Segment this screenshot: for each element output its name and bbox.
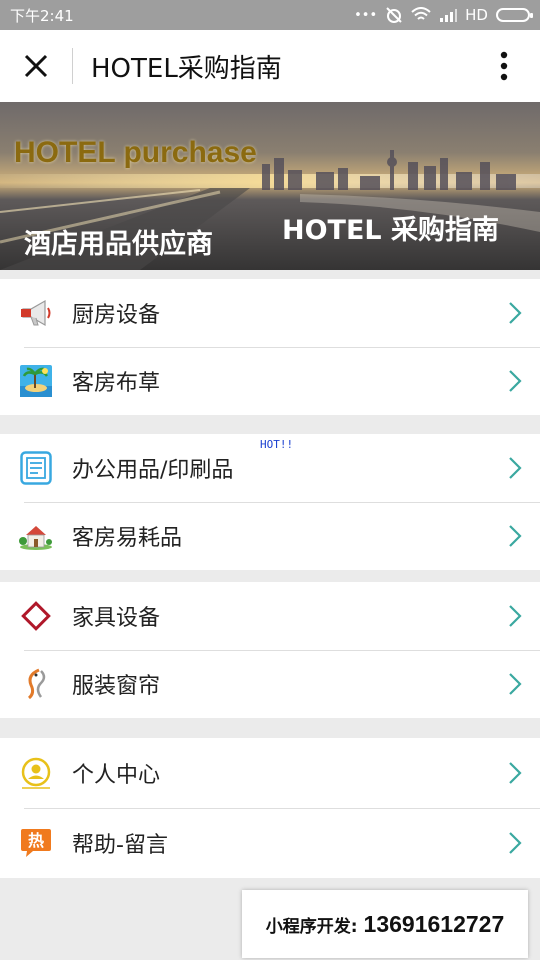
user-circle-icon xyxy=(0,739,72,807)
menu-item-label: 帮助-留言 xyxy=(72,833,168,858)
chevron-right-icon xyxy=(490,456,540,480)
nav-bar: HOTEL采购指南 xyxy=(0,30,540,102)
banner-english-title: HOTEL purchase xyxy=(14,136,257,169)
close-button[interactable] xyxy=(0,30,72,102)
battery-icon xyxy=(496,8,533,22)
beach-icon xyxy=(0,347,72,415)
menu-group-3: 家具设备 服装窗帘 xyxy=(0,582,540,718)
menu-item-label: 厨房设备 xyxy=(72,303,161,328)
menu-item-linen[interactable]: 客房布草 xyxy=(0,347,540,415)
status-time: 下午2:41 xyxy=(10,6,74,25)
menu-item-label: 服装窗帘 xyxy=(72,674,161,699)
menu-group-2: 办公用品/印刷品 HOT!! 客房易耗品 xyxy=(0,434,540,570)
fish-icon xyxy=(0,650,72,718)
wifi-icon xyxy=(411,7,431,20)
menu-item-label-text: 办公用品/印刷品 xyxy=(72,458,234,483)
hot-chat-icon-text: 热 xyxy=(28,831,44,850)
hot-chat-icon: 热 xyxy=(0,809,72,877)
menu-item-office-supplies[interactable]: 办公用品/印刷品 HOT!! xyxy=(0,434,540,502)
signal-icon xyxy=(440,9,458,22)
network-type: HD xyxy=(465,6,488,24)
status-bar: 下午2:41 ••• HD xyxy=(0,0,540,30)
menu-item-label: 客房布草 xyxy=(72,371,161,396)
menu-item-help-message[interactable]: 热 帮助-留言 xyxy=(0,808,540,878)
menu-item-furniture[interactable]: 家具设备 xyxy=(0,582,540,650)
diamond-icon xyxy=(0,582,72,650)
megaphone-icon xyxy=(0,279,72,347)
hot-badge: HOT!! xyxy=(260,438,294,451)
more-vertical-icon xyxy=(500,51,508,81)
chevron-right-icon xyxy=(490,604,540,628)
menu-item-amenities[interactable]: 客房易耗品 xyxy=(0,502,540,570)
banner-chinese-title: HOTEL 采购指南 xyxy=(282,215,500,246)
menu-item-label: 家具设备 xyxy=(72,606,161,631)
page-title: HOTEL采购指南 xyxy=(91,53,282,84)
chevron-right-icon xyxy=(490,301,540,325)
menu-group-1: 厨房设备 客房布草 xyxy=(0,279,540,415)
status-icons: ••• HD xyxy=(354,6,533,24)
chevron-right-icon xyxy=(490,761,540,785)
menu-item-label: 办公用品/印刷品 HOT!! xyxy=(72,438,490,484)
close-icon xyxy=(24,54,48,78)
chevron-right-icon xyxy=(490,672,540,696)
more-button[interactable] xyxy=(468,30,540,102)
menu-item-uniforms-curtains[interactable]: 服装窗帘 xyxy=(0,650,540,718)
banner-chinese-subtitle: 酒店用品供应商 xyxy=(24,229,213,260)
developer-phone: 13691612727 xyxy=(363,910,505,937)
menu-group-4: 个人中心 热 帮助-留言 xyxy=(0,738,540,878)
chevron-right-icon xyxy=(490,524,540,548)
chevron-right-icon xyxy=(490,369,540,393)
hero-banner[interactable]: HOTEL purchase 酒店用品供应商 HOTEL 采购指南 xyxy=(0,102,540,270)
developer-contact-card[interactable]: 小程序开发: 13691612727 xyxy=(242,890,528,958)
menu-item-kitchen[interactable]: 厨房设备 xyxy=(0,279,540,347)
alarm-off-icon xyxy=(386,7,402,23)
more-dots-icon: ••• xyxy=(354,7,378,23)
menu-item-label: 个人中心 xyxy=(72,763,161,788)
house-icon xyxy=(0,502,72,570)
chevron-right-icon xyxy=(490,831,540,855)
menu-item-personal-center[interactable]: 个人中心 xyxy=(0,738,540,808)
document-icon xyxy=(0,434,72,502)
menu-item-label: 客房易耗品 xyxy=(72,526,183,551)
developer-label: 小程序开发: xyxy=(265,916,358,937)
